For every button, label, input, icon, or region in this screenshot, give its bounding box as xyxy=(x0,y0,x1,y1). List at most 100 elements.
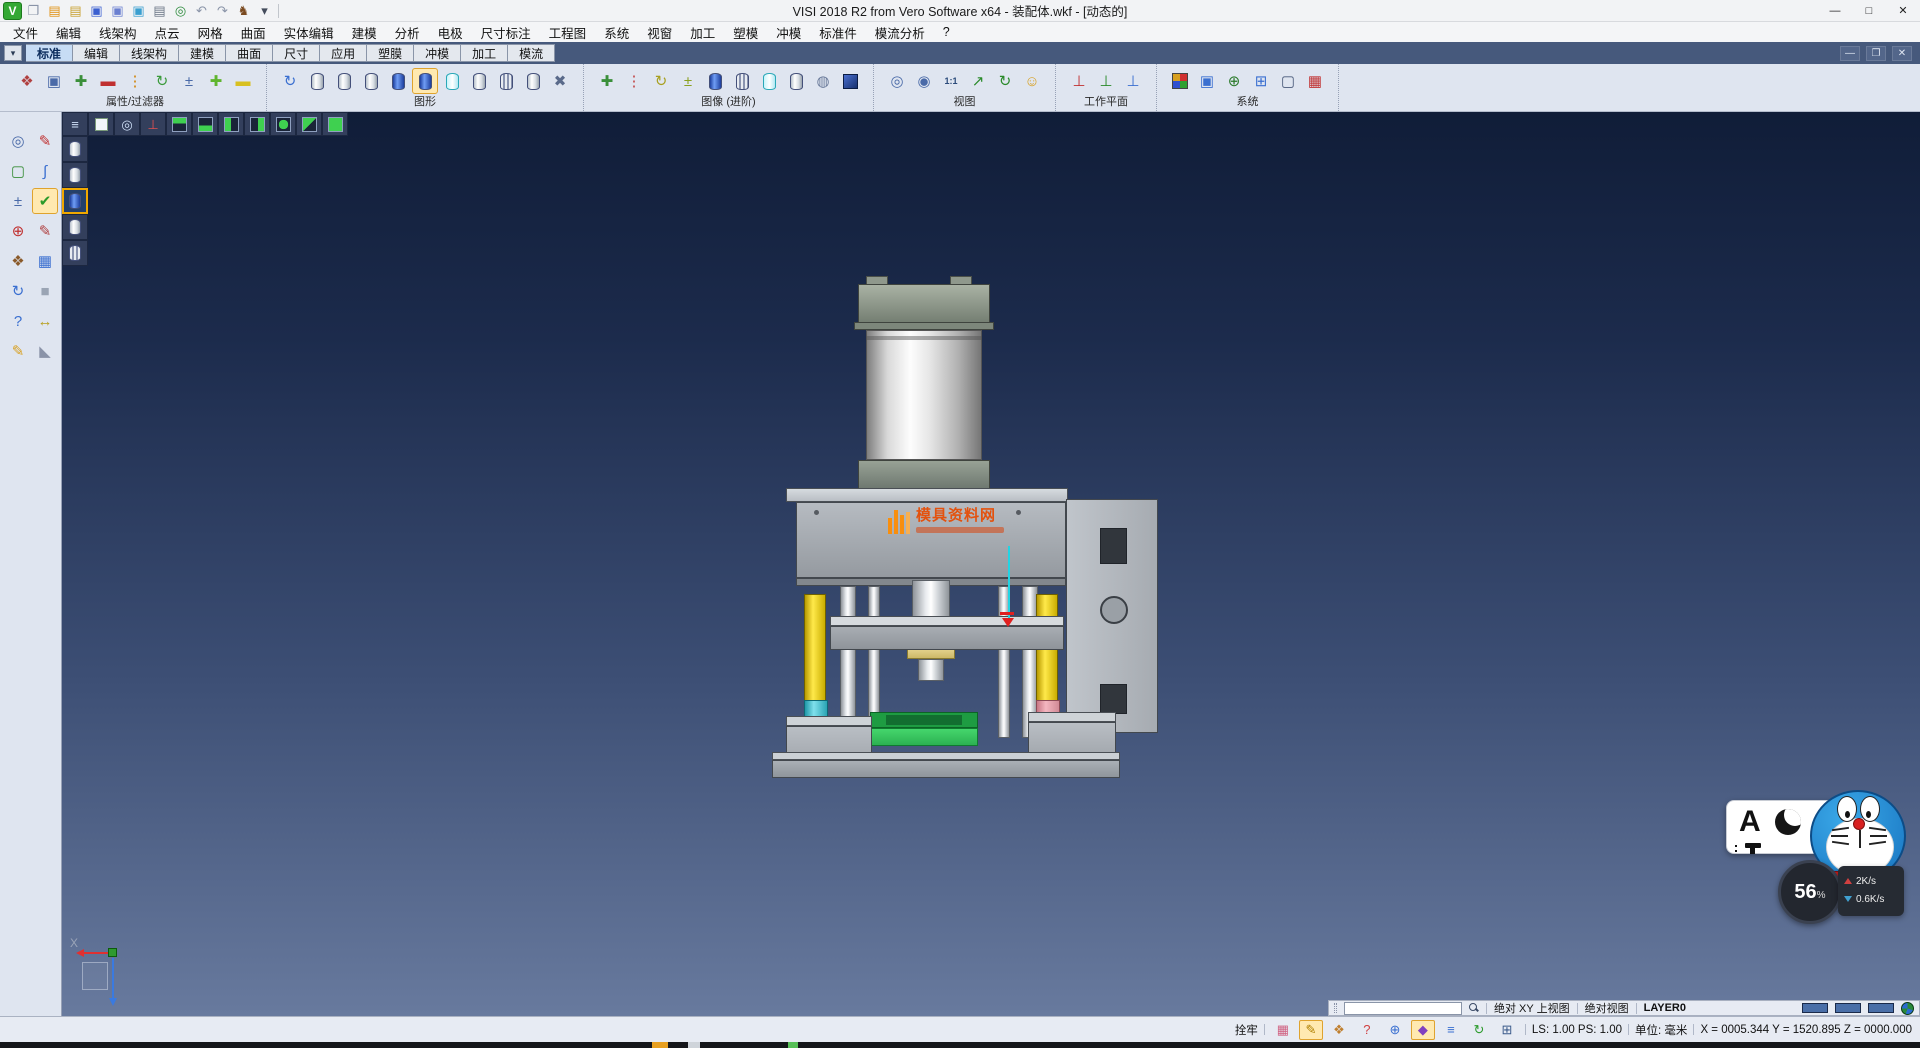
net-speed-gauge[interactable]: 56 % xyxy=(1778,860,1842,924)
workplane-align-icon[interactable]: ⊥ xyxy=(1120,68,1146,94)
workplane-cube-icon[interactable]: ◆ xyxy=(1411,1020,1435,1040)
viewer-icon[interactable]: ♞ xyxy=(234,2,253,20)
solid-mode-icon[interactable]: ■ xyxy=(32,278,58,304)
cube-toggle-icon[interactable]: ± xyxy=(675,68,701,94)
attributes-palette-icon[interactable]: ❖ xyxy=(14,68,40,94)
menu-item[interactable]: 标准件 xyxy=(810,23,866,42)
selection-set-icon[interactable]: ▢ xyxy=(1275,68,1301,94)
filter-remove-icon[interactable]: ▬ xyxy=(230,68,256,94)
filter-solid-2-icon[interactable] xyxy=(62,162,88,188)
view-iso-icon[interactable] xyxy=(322,112,348,136)
view-add-icon[interactable]: ✚ xyxy=(68,68,94,94)
ribbon-tab[interactable]: 塑膜 xyxy=(367,44,414,62)
workplane-create-icon[interactable]: ⊥ xyxy=(1066,68,1092,94)
solid-filter-3-icon[interactable] xyxy=(358,68,384,94)
solid-tools-icon[interactable]: ✖ xyxy=(547,68,573,94)
selection-frame-icon[interactable]: ▢ xyxy=(5,158,31,184)
layer-indicator[interactable]: LAYER0 xyxy=(1644,1002,1686,1014)
menu-item[interactable]: 系统 xyxy=(595,23,638,42)
menu-item[interactable]: ? xyxy=(934,25,959,39)
cylinder-banded-icon[interactable] xyxy=(702,68,728,94)
ribbon-tab[interactable]: 尺寸 xyxy=(273,44,320,62)
menu-item[interactable]: 塑模 xyxy=(724,23,767,42)
search-input[interactable] xyxy=(1344,1002,1462,1015)
filter-solid-3-icon[interactable] xyxy=(62,214,88,240)
qat-customize-dropdown[interactable]: ▾ xyxy=(255,2,274,20)
filter-traffic-light-icon[interactable]: ⋮ xyxy=(122,68,148,94)
pan-view-icon[interactable]: ↗ xyxy=(965,68,991,94)
erase-sketch-icon[interactable]: ✎ xyxy=(32,128,58,154)
menu-item[interactable]: 电极 xyxy=(429,23,472,42)
new-file-icon[interactable]: ❐ xyxy=(24,2,43,20)
solid-filter-2-icon[interactable] xyxy=(331,68,357,94)
view-top-icon[interactable] xyxy=(166,112,192,136)
system-settings-icon[interactable]: ⊕ xyxy=(1221,68,1247,94)
net-speed-panel[interactable]: 2K/s 0.6K/s xyxy=(1838,866,1904,916)
view-mode-label[interactable]: 绝对 XY 上视图 xyxy=(1494,1000,1570,1016)
auto-rotate-icon[interactable]: ↻ xyxy=(1467,1020,1491,1040)
solids-refresh-icon[interactable]: ↻ xyxy=(277,68,303,94)
ribbon-tab[interactable]: 建模 xyxy=(179,44,226,62)
mdi-window-control[interactable]: ✕ xyxy=(1892,46,1912,61)
view-left-icon[interactable] xyxy=(218,112,244,136)
menu-item[interactable]: 编辑 xyxy=(47,23,90,42)
solid-filter-active-icon[interactable] xyxy=(412,68,438,94)
print-icon[interactable]: ▤ xyxy=(150,2,169,20)
open-file-icon[interactable]: ▤ xyxy=(45,2,64,20)
maximize-button[interactable]: □ xyxy=(1852,0,1886,21)
solid-filter-striped-icon[interactable] xyxy=(493,68,519,94)
menu-item[interactable]: 冲模 xyxy=(767,23,810,42)
view-bottom-icon[interactable] xyxy=(192,112,218,136)
menu-item[interactable]: 模流分析 xyxy=(866,23,934,42)
grid-window-icon[interactable]: ▦ xyxy=(32,248,58,274)
cube-traffic-icon[interactable]: ⋮ xyxy=(621,68,647,94)
zoom-extents-icon[interactable]: ◎ xyxy=(884,68,910,94)
tab-dropdown-button[interactable]: ▾ xyxy=(4,45,22,61)
viewport-canvas[interactable]: ≡◎⊥ xyxy=(62,112,1920,1016)
view-back-icon[interactable] xyxy=(296,112,322,136)
shading-smiley-icon[interactable]: ☺ xyxy=(1019,68,1045,94)
menu-item[interactable]: 尺寸标注 xyxy=(472,23,540,42)
snap-point-icon[interactable]: ⊕ xyxy=(1383,1020,1407,1040)
measure-distance-icon[interactable]: ↔ xyxy=(32,308,58,334)
snap-config-icon[interactable]: ▦ xyxy=(1271,1020,1295,1040)
cylinder-ribbed-icon[interactable] xyxy=(729,68,755,94)
ribbon-tab[interactable]: 加工 xyxy=(461,44,508,62)
layer-list-icon[interactable]: ≡ xyxy=(1439,1020,1463,1040)
cylinder-note-icon[interactable] xyxy=(783,68,809,94)
layer-color-swatch[interactable] xyxy=(1868,1003,1894,1013)
mdi-window-control[interactable]: — xyxy=(1840,46,1860,61)
solid-cube-icon[interactable] xyxy=(837,68,863,94)
snap-edit-icon[interactable]: ✎ xyxy=(1299,1020,1323,1040)
mdi-window-control[interactable]: ❐ xyxy=(1866,46,1886,61)
color-palette-icon[interactable] xyxy=(1167,68,1193,94)
view-remove-icon[interactable]: ▬ xyxy=(95,68,121,94)
cylinder-check-icon[interactable] xyxy=(756,68,782,94)
solid-filter-1-icon[interactable] xyxy=(304,68,330,94)
taskbar-icon[interactable] xyxy=(788,1042,798,1048)
regen-view-icon[interactable]: ↻ xyxy=(992,68,1018,94)
red-grid-icon[interactable]: ▦ xyxy=(1302,68,1328,94)
snap-stamp-icon[interactable]: ❖ xyxy=(1327,1020,1351,1040)
menu-item[interactable]: 建模 xyxy=(343,23,386,42)
ribbon-tab[interactable]: 曲面 xyxy=(226,44,273,62)
ribbon-tab[interactable]: 冲模 xyxy=(414,44,461,62)
solid-filter-cyan-icon[interactable] xyxy=(439,68,465,94)
filter-add-icon[interactable]: ✚ xyxy=(203,68,229,94)
layer-pencil-icon[interactable]: ✎ xyxy=(5,338,31,364)
move-axes-icon[interactable]: ⊕ xyxy=(5,218,31,244)
lock-toggle-label[interactable]: 拴牢 xyxy=(1235,1022,1258,1038)
menu-item[interactable]: 工程图 xyxy=(540,23,596,42)
solid-filter-blue-icon[interactable] xyxy=(385,68,411,94)
solid-recycle-icon[interactable] xyxy=(520,68,546,94)
grid-snap-icon[interactable]: ⊞ xyxy=(1495,1020,1519,1040)
image-attributes-icon[interactable]: ▣ xyxy=(41,68,67,94)
absolute-view-label[interactable]: 绝对视图 xyxy=(1585,1000,1629,1016)
ribbon-tab[interactable]: 标准 xyxy=(26,44,73,62)
menu-item[interactable]: 网格 xyxy=(189,23,232,42)
confirm-check-icon[interactable]: ✔ xyxy=(32,188,58,214)
visi-logo[interactable]: V xyxy=(3,2,22,20)
menu-item[interactable]: 点云 xyxy=(146,23,189,42)
menu-item[interactable]: 加工 xyxy=(681,23,724,42)
save-all-icon[interactable]: ▣ xyxy=(129,2,148,20)
